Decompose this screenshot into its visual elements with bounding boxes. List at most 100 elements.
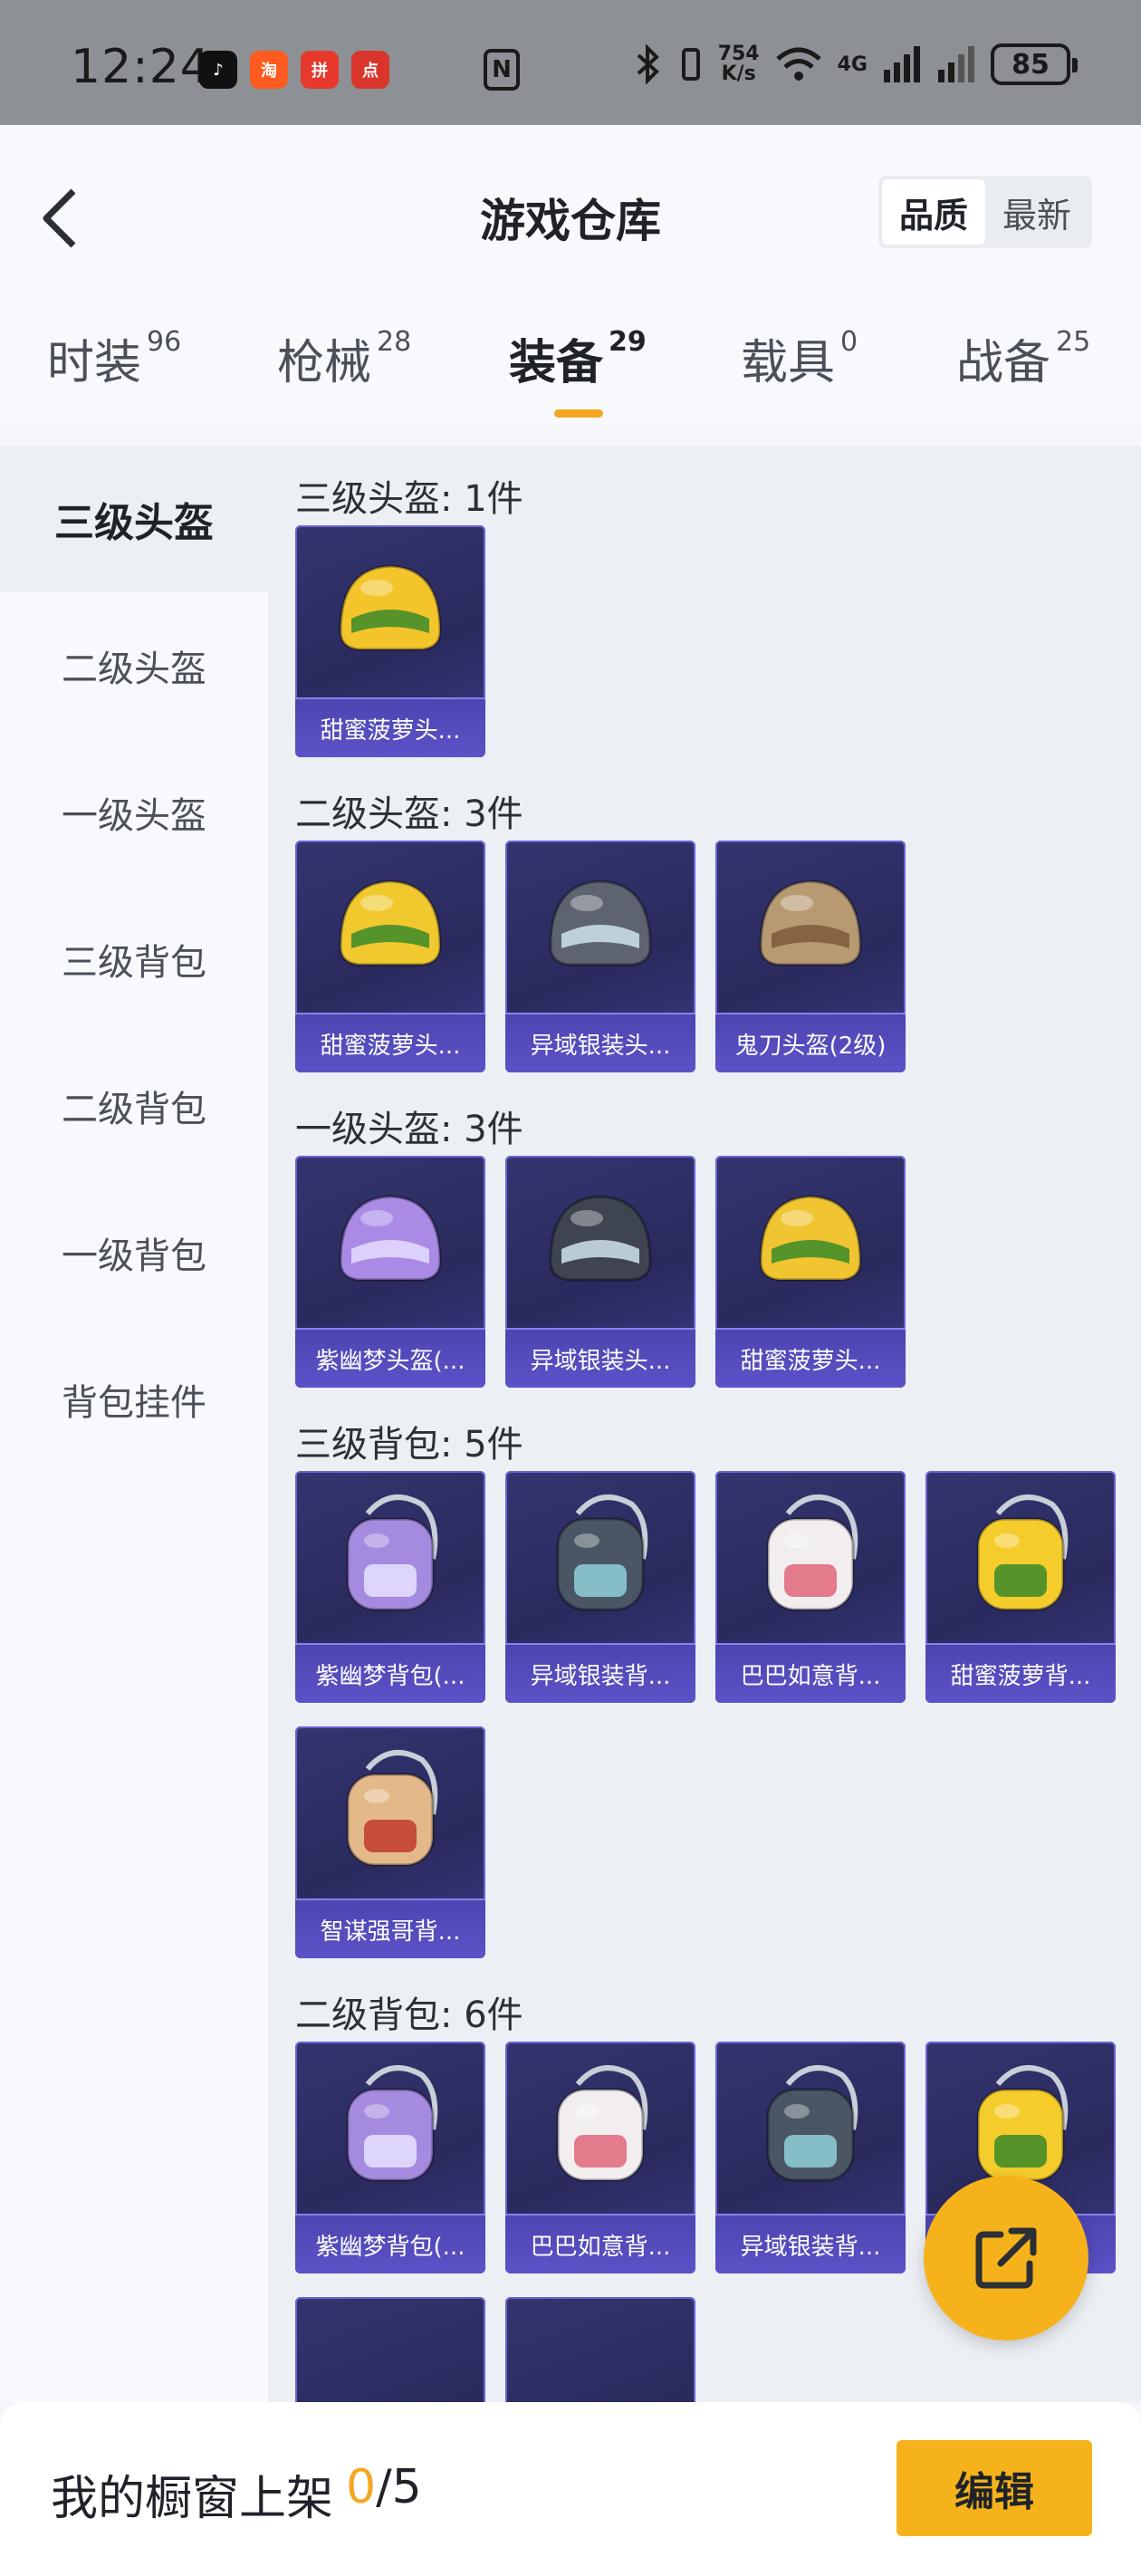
shelf-label: 我的橱窗上架: [51, 2472, 334, 2526]
item-name: 甜蜜菠萝头...: [295, 1013, 485, 1072]
tab-count: 29: [609, 326, 647, 358]
item-name: 鬼刀头盔(2级): [715, 1013, 906, 1072]
item-name: 巴巴如意背...: [715, 1643, 906, 1703]
backpack-icon: [346, 2065, 438, 2182]
item-card[interactable]: [505, 2297, 695, 2402]
item-name: 巴巴如意背...: [505, 2214, 695, 2273]
signal-strength-2-icon: [938, 46, 974, 82]
edit-button[interactable]: 编辑: [896, 2440, 1092, 2536]
sidebar-item[interactable]: 三级背包: [0, 886, 268, 1033]
sidebar-item[interactable]: 三级头盔: [0, 446, 268, 592]
tab-count: 28: [377, 326, 412, 358]
tab-label: 载具: [741, 336, 836, 390]
nfc-icon: N: [484, 49, 520, 91]
tab-label: 枪械: [277, 336, 372, 390]
item-name: 异域银装背...: [505, 1643, 695, 1703]
item-thumbnail: [715, 1471, 906, 1638]
item-card[interactable]: 巴巴如意背...: [505, 2042, 695, 2273]
item-thumbnail: [295, 1156, 485, 1322]
tab-count: 96: [147, 326, 182, 358]
section-title: 二级背包: 6件: [295, 1994, 523, 2036]
item-name: 甜蜜菠萝头...: [715, 1328, 906, 1388]
item-thumbnail: [925, 1471, 1116, 1638]
backpack-icon: [766, 2065, 858, 2182]
item-card[interactable]: 异域银装背...: [715, 2042, 906, 2273]
tab-supplies[interactable]: 战备 25: [956, 324, 1090, 392]
item-thumbnail: [295, 525, 485, 692]
empty-slot-icon: [313, 2303, 467, 2402]
status-time: 12:24: [71, 40, 211, 94]
signal-strength-icon: [884, 46, 920, 82]
backpack-icon: [346, 1750, 438, 1867]
sort-toggle: 品质 最新: [878, 176, 1092, 248]
tab-vehicles[interactable]: 载具 0: [741, 324, 858, 392]
sort-by-newest[interactable]: 最新: [985, 179, 1088, 245]
sidebar-item[interactable]: 背包挂件: [0, 1326, 268, 1473]
sidebar-item[interactable]: 一级头盔: [0, 739, 268, 886]
item-name: 异域银装头...: [505, 1328, 695, 1388]
sidebar-item[interactable]: 二级头盔: [0, 592, 268, 739]
share-button[interactable]: [924, 2176, 1088, 2341]
item-thumbnail: [715, 841, 906, 1007]
tab-count: 25: [1056, 326, 1091, 358]
item-card[interactable]: 异域银装头...: [505, 1156, 695, 1388]
helmet-icon: [339, 564, 442, 651]
net-speed: 754 K/s: [718, 44, 760, 84]
item-grid: 三级头盔: 1件 甜蜜菠萝头... 二级头盔: 3件 甜蜜菠萝头... 异域银装头...…: [268, 446, 1141, 2402]
item-card[interactable]: 紫幽梦背包(...: [295, 1471, 485, 1703]
active-tab-indicator: [554, 409, 603, 418]
item-card[interactable]: 紫幽梦头盔(...: [295, 1156, 485, 1388]
item-card[interactable]: 甜蜜菠萝背...: [925, 1471, 1116, 1703]
item-card[interactable]: 异域银装头...: [505, 841, 695, 1072]
item-thumbnail: [295, 1726, 485, 1893]
item-thumbnail: [295, 2042, 485, 2208]
section-title: 一级头盔: 3件: [295, 1109, 523, 1150]
item-thumbnail: [715, 2042, 906, 2208]
item-card[interactable]: 甜蜜菠萝头...: [295, 525, 485, 757]
backpack-icon: [556, 2065, 648, 2182]
item-card[interactable]: 巴巴如意背...: [715, 1471, 906, 1703]
notification-icons: ♪ 淘拼点: [199, 51, 389, 89]
tab-count: 0: [840, 326, 858, 358]
item-name: 甜蜜菠萝头...: [295, 697, 485, 757]
item-thumbnail: [505, 2042, 695, 2208]
item-thumbnail: [505, 1471, 695, 1638]
vibrate-icon: [681, 48, 700, 81]
section-title: 二级头盔: 3件: [295, 793, 523, 835]
item-thumbnail: [505, 1156, 695, 1322]
section-title: 三级头盔: 1件: [295, 478, 523, 520]
item-name: 紫幽梦背包(...: [295, 2214, 485, 2273]
backpack-icon: [766, 1495, 858, 1611]
tab-equipment[interactable]: 装备 29: [509, 324, 647, 392]
signal-type: 4G: [837, 53, 868, 76]
status-bar: 12:24 ♪ 淘拼点 N 754 K/s 4G 85: [0, 0, 1141, 125]
battery-icon: 85: [991, 43, 1078, 85]
helmet-icon: [339, 1195, 442, 1282]
item-card[interactable]: 紫幽梦背包(...: [295, 2042, 485, 2273]
helmet-icon: [759, 879, 862, 966]
item-card[interactable]: 甜蜜菠萝头...: [295, 841, 485, 1072]
item-thumbnail: [295, 1471, 485, 1638]
item-thumbnail: [295, 841, 485, 1007]
category-sidebar: 三级头盔 二级头盔 一级头盔 三级背包 二级背包 一级背包 背包挂件: [0, 446, 268, 2402]
tab-label: 战备: [956, 336, 1051, 390]
item-card[interactable]: 智谋强哥背...: [295, 1726, 485, 1958]
item-card[interactable]: 异域银装背...: [505, 1471, 695, 1703]
tab-fashion[interactable]: 时装 96: [47, 324, 181, 392]
wifi-icon: [775, 47, 821, 81]
sort-by-quality[interactable]: 品质: [882, 179, 985, 245]
item-thumbnail: [295, 2297, 485, 2402]
sidebar-item[interactable]: 二级背包: [0, 1033, 268, 1179]
item-name: 紫幽梦背包(...: [295, 1643, 485, 1703]
helmet-icon: [549, 879, 652, 966]
backpack-icon: [346, 1495, 438, 1611]
sidebar-item[interactable]: 一级背包: [0, 1179, 268, 1326]
item-card[interactable]: [295, 2297, 485, 2402]
backpack-icon: [976, 1495, 1069, 1611]
tab-label: 时装: [47, 336, 142, 390]
item-card[interactable]: 甜蜜菠萝头...: [715, 1156, 906, 1388]
status-right: 754 K/s 4G 85: [633, 43, 1078, 85]
item-card[interactable]: 鬼刀头盔(2级): [715, 841, 906, 1072]
item-name: 甜蜜菠萝背...: [925, 1643, 1116, 1703]
tab-guns[interactable]: 枪械 28: [277, 324, 411, 392]
